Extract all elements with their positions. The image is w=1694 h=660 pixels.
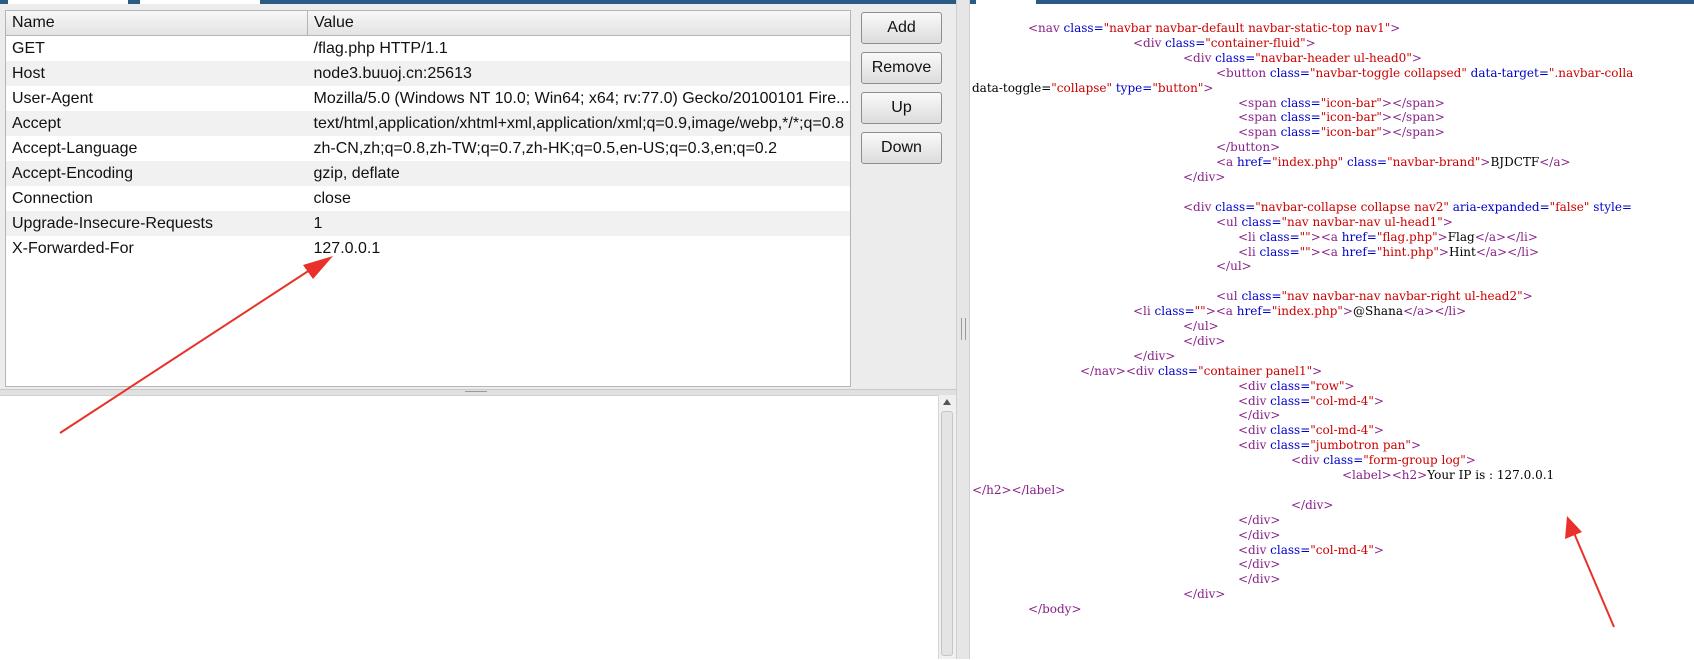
annotation-arrow-right [1565, 516, 1615, 628]
request-headers-panel: Name Value GET/flag.php HTTP/1.1 Host nod… [0, 0, 956, 660]
splitter-grip-icon [961, 318, 966, 340]
response-source-panel: <nav class="navbar navbar-default navbar… [970, 0, 1694, 659]
pane-splitter-vertical[interactable] [956, 0, 970, 659]
annotation-arrow-left [59, 256, 333, 434]
